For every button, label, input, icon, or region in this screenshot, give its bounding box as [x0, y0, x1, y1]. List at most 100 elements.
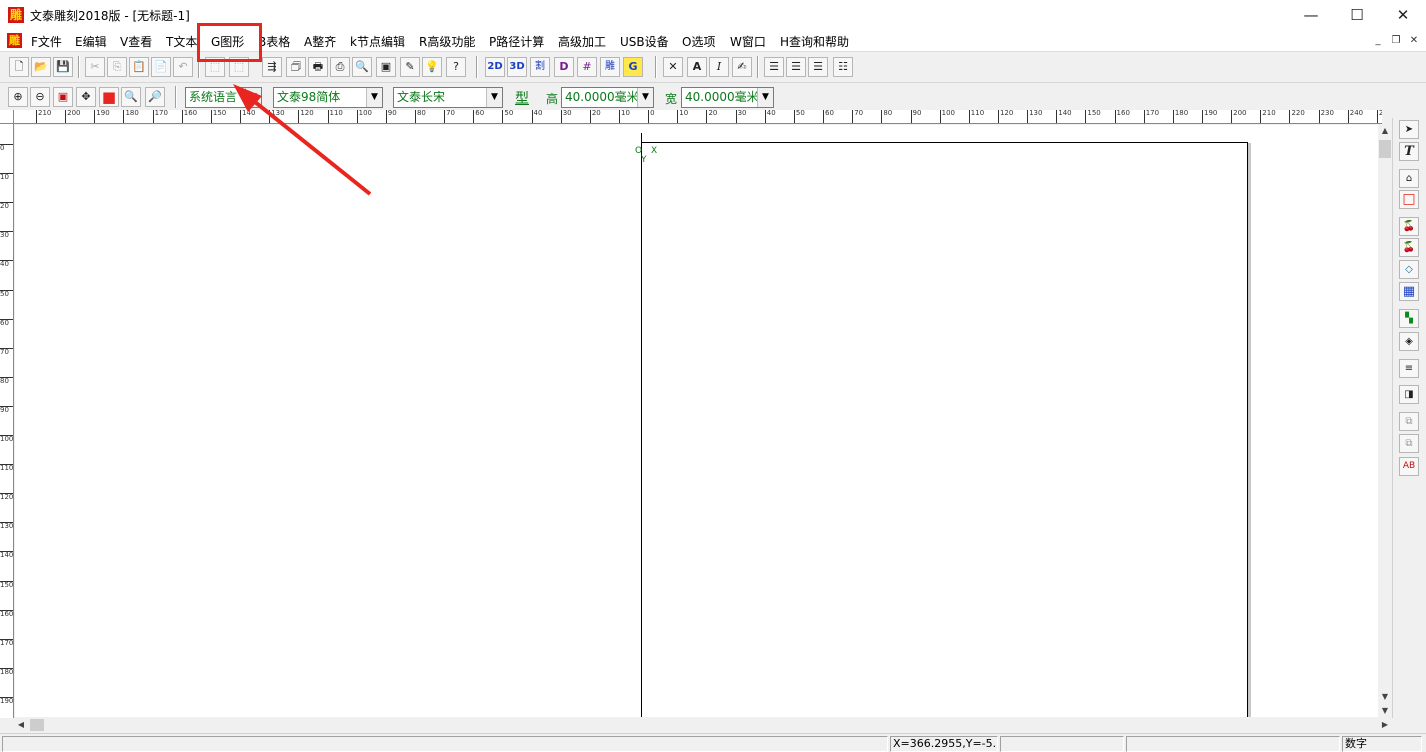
scroll-down2-icon[interactable]: ▼ — [1378, 704, 1392, 718]
document-icon[interactable]: 雕 — [7, 33, 22, 48]
paste-icon[interactable]: 📋 — [129, 57, 149, 77]
pen-icon[interactable]: ✎ — [400, 57, 420, 77]
mdi-minimize-button[interactable]: _ — [1370, 34, 1386, 48]
open-folder-icon[interactable]: 📂 — [31, 57, 51, 77]
paste-special-icon[interactable]: 📄 — [151, 57, 171, 77]
carve-icon[interactable]: 割 — [530, 57, 550, 77]
layers2-icon[interactable]: ⧉ — [1399, 434, 1419, 453]
align-center-icon[interactable]: ☰ — [786, 57, 806, 77]
ab-icon[interactable]: AB — [1399, 457, 1419, 476]
layers-icon[interactable]: ⧉ — [1399, 412, 1419, 431]
italic-icon[interactable]: I — [709, 57, 729, 77]
find-icon[interactable]: 🔍 — [352, 57, 372, 77]
ruler-tick: 150 — [1085, 110, 1101, 123]
maximize-button[interactable]: ☐ — [1334, 0, 1380, 30]
chevron-down-icon[interactable]: ▼ — [366, 88, 382, 107]
zoom-out-icon[interactable]: ⊖ — [30, 87, 50, 107]
color-red-icon[interactable]: ■ — [99, 87, 119, 107]
type-button[interactable]: 型 — [515, 88, 529, 108]
3d-icon[interactable]: 3D — [507, 57, 527, 77]
import-icon[interactable]: ⇶ — [262, 57, 282, 77]
paint-bucket-icon[interactable]: ◈ — [1399, 332, 1419, 351]
horizontal-scrollbar[interactable]: ◀ ▶ — [14, 718, 1392, 732]
node-icon[interactable]: ✕ — [663, 57, 683, 77]
shape-tool-icon[interactable]: ⌂ — [1399, 169, 1419, 188]
chevron-down-icon[interactable]: ▼ — [486, 88, 502, 107]
print-icon[interactable]: 🖶 — [308, 57, 328, 77]
undo-icon[interactable]: ↶ — [173, 57, 193, 77]
ruler-tick: 230 — [1318, 110, 1334, 123]
engrave-icon[interactable]: 雕 — [600, 57, 620, 77]
menu-table[interactable]: B表格 — [258, 33, 290, 50]
horizontal-scroll-thumb[interactable] — [30, 719, 44, 731]
chevron-down-icon[interactable]: ▼ — [637, 88, 653, 107]
2d-icon[interactable]: 2D — [485, 57, 505, 77]
menu-help[interactable]: H查询和帮助 — [780, 33, 849, 50]
mdi-restore-button[interactable]: ❐ — [1388, 34, 1404, 48]
zoom-all-icon[interactable]: 🔎 — [145, 87, 165, 107]
menu-advanced[interactable]: R高级功能 — [419, 33, 475, 50]
font1-select[interactable]: 文泰98简体 ▼ — [273, 87, 383, 108]
chevron-down-icon[interactable]: ▼ — [757, 88, 773, 107]
language-select[interactable]: 系统语言 ▼ — [185, 87, 262, 108]
menu-view[interactable]: V查看 — [120, 33, 152, 50]
tip-icon[interactable]: 💡 — [422, 57, 442, 77]
convert-icon[interactable]: G — [623, 57, 643, 77]
table-tool-icon[interactable]: ▦ — [1399, 282, 1419, 301]
pan-icon[interactable]: ✥ — [76, 87, 96, 107]
page-setup-icon[interactable]: 🗇 — [286, 57, 306, 77]
select-arrow-icon[interactable]: ➤ — [1399, 120, 1419, 139]
align-right-icon[interactable]: ☰ — [808, 57, 828, 77]
menu-window[interactable]: W窗口 — [730, 33, 766, 50]
font2-select[interactable]: 文泰长宋 ▼ — [393, 87, 503, 108]
menu-path[interactable]: P路径计算 — [489, 33, 544, 50]
rectangle-tool-icon[interactable]: □ — [1399, 190, 1419, 209]
frame-icon[interactable]: ▣ — [376, 57, 396, 77]
align-left-icon[interactable]: ☰ — [764, 57, 784, 77]
menu-node-edit[interactable]: k节点编辑 — [350, 33, 405, 50]
zoom-select-icon[interactable]: 🔍 — [121, 87, 141, 107]
import-image-icon[interactable]: ◨ — [1399, 385, 1419, 404]
menu-options[interactable]: O选项 — [682, 33, 715, 50]
node-tool-icon[interactable]: ◇ — [1399, 260, 1419, 279]
pattern-icon[interactable]: # — [577, 57, 597, 77]
help-icon[interactable]: ? — [446, 57, 466, 77]
close-button[interactable]: ✕ — [1380, 0, 1426, 30]
mdi-close-button[interactable]: ✕ — [1406, 34, 1422, 48]
text-a-icon[interactable]: A — [687, 57, 707, 77]
zoom-in-icon[interactable]: ⊕ — [8, 87, 28, 107]
status-coordinates: X=366.2955,Y=-5. — [890, 736, 998, 752]
width-input[interactable]: 40.0000毫米 ▼ — [681, 87, 774, 108]
vertical-scrollbar[interactable]: ▲ ▼ ▼ — [1378, 124, 1392, 718]
paragraph-icon[interactable]: ≡ — [1399, 359, 1419, 378]
vertical-scroll-thumb[interactable] — [1379, 140, 1391, 158]
menu-usb[interactable]: USB设备 — [620, 33, 669, 50]
drawing-canvas[interactable] — [15, 125, 1378, 717]
language-select-value: 系统语言 — [189, 90, 238, 104]
scroll-right-icon[interactable]: ▶ — [1378, 718, 1392, 732]
text-tool-icon[interactable]: T — [1399, 142, 1419, 161]
menu-file[interactable]: F文件 — [31, 33, 62, 50]
fill-tool-icon[interactable]: 🍒 — [1399, 217, 1419, 236]
effect-icon[interactable]: D — [554, 57, 574, 77]
menu-text[interactable]: T文本 — [166, 33, 197, 50]
color-grid-icon[interactable]: ▚ — [1399, 309, 1419, 328]
justify-icon[interactable]: ☷ — [833, 57, 853, 77]
scroll-down-icon[interactable]: ▼ — [1378, 690, 1392, 704]
scroll-up-icon[interactable]: ▲ — [1378, 124, 1392, 138]
menu-edit[interactable]: E编辑 — [75, 33, 107, 50]
minimize-button[interactable]: — — [1288, 0, 1334, 30]
menu-align[interactable]: A整齐 — [304, 33, 336, 50]
zoom-fit-icon[interactable]: ▣ — [53, 87, 73, 107]
edit-icon[interactable]: ✍ — [732, 57, 752, 77]
scroll-left-icon[interactable]: ◀ — [14, 718, 28, 732]
new-file-icon[interactable]: 🗋 — [9, 57, 29, 77]
save-icon[interactable]: 💾 — [53, 57, 73, 77]
menu-machining[interactable]: 高级加工 — [558, 33, 606, 50]
height-input[interactable]: 40.0000毫米 ▼ — [561, 87, 654, 108]
fill2-tool-icon[interactable]: 🍒 — [1399, 238, 1419, 257]
copy-icon[interactable]: ⎘ — [107, 57, 127, 77]
cut-icon[interactable]: ✂ — [85, 57, 105, 77]
print-preview-icon[interactable]: ⎙ — [330, 57, 350, 77]
chevron-down-icon[interactable]: ▼ — [245, 88, 261, 107]
